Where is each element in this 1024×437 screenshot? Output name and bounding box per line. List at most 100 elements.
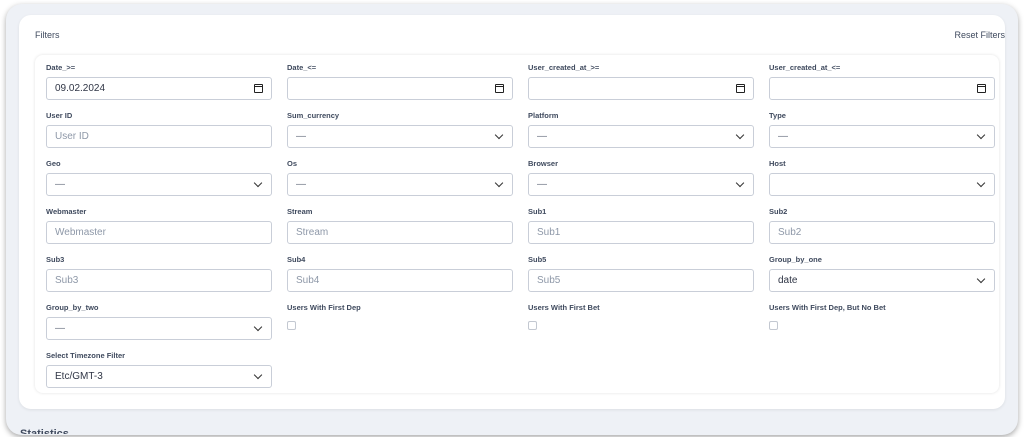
chevron-down-icon: [494, 130, 504, 140]
type-label: Type: [769, 111, 786, 120]
group-by-two-label: Group_by_two: [46, 303, 99, 312]
calendar-icon[interactable]: [736, 84, 745, 93]
os-field: Os —: [287, 158, 513, 196]
user-created-from-field: User_created_at_>=: [528, 62, 754, 100]
host-field: Host: [769, 158, 995, 196]
platform-select[interactable]: —: [528, 125, 754, 148]
chevron-down-icon: [253, 322, 263, 332]
date-to-field: Date_<=: [287, 62, 513, 100]
group-by-one-select[interactable]: date: [769, 269, 995, 292]
sub1-label: Sub1: [528, 207, 547, 216]
filters-panel: Date_>= 09.02.2024 Date_<= User_created_…: [35, 55, 999, 393]
filters-card: Filters Reset Filters Date_>= 09.02.2024…: [19, 15, 1005, 409]
chevron-down-icon: [494, 178, 504, 188]
webmaster-input[interactable]: Webmaster: [46, 221, 272, 244]
user-created-to-input[interactable]: [769, 77, 995, 100]
group-by-two-select[interactable]: —: [46, 317, 272, 340]
geo-label: Geo: [46, 159, 61, 168]
stream-field: Stream Stream: [287, 206, 513, 244]
sub3-label: Sub3: [46, 255, 65, 264]
chevron-down-icon: [253, 178, 263, 188]
user-id-label: User ID: [46, 111, 73, 120]
reset-filters-button[interactable]: Reset Filters: [954, 30, 1005, 40]
os-label: Os: [287, 159, 298, 168]
type-select[interactable]: —: [769, 125, 995, 148]
first-bet-label: Users With First Bet: [528, 303, 600, 312]
stream-label: Stream: [287, 207, 313, 216]
webmaster-label: Webmaster: [46, 207, 87, 216]
sum-currency-label: Sum_currency: [287, 111, 340, 120]
chevron-down-icon: [735, 130, 745, 140]
first-dep-no-bet-checkbox[interactable]: [769, 321, 778, 330]
browser-label: Browser: [528, 159, 559, 168]
timezone-field: Select Timezone Filter Etc/GMT-3: [46, 350, 272, 388]
type-field: Type —: [769, 110, 995, 148]
date-from-input[interactable]: 09.02.2024: [46, 77, 272, 100]
platform-field: Platform —: [528, 110, 754, 148]
os-select[interactable]: —: [287, 173, 513, 196]
geo-select[interactable]: —: [46, 173, 272, 196]
platform-label: Platform: [528, 111, 559, 120]
user-created-from-label: User_created_at_>=: [528, 63, 600, 72]
host-label: Host: [769, 159, 786, 168]
user-id-input[interactable]: User ID: [46, 125, 272, 148]
sum-currency-field: Sum_currency —: [287, 110, 513, 148]
sub4-label: Sub4: [287, 255, 306, 264]
first-bet-checkbox[interactable]: [528, 321, 537, 330]
first-bet-field: Users With First Bet: [528, 302, 754, 330]
sub5-label: Sub5: [528, 255, 547, 264]
host-select[interactable]: [769, 173, 995, 196]
sum-currency-select[interactable]: —: [287, 125, 513, 148]
chevron-down-icon: [976, 274, 986, 284]
sub1-field: Sub1 Sub1: [528, 206, 754, 244]
browser-select[interactable]: —: [528, 173, 754, 196]
type-value: —: [778, 131, 788, 142]
date-from-field: Date_>= 09.02.2024: [46, 62, 272, 100]
date-from-value: 09.02.2024: [55, 83, 106, 94]
os-value: —: [296, 179, 306, 190]
first-dep-no-bet-field: Users With First Dep, But No Bet: [769, 302, 995, 330]
group-by-one-value: date: [778, 275, 798, 286]
sub5-field: Sub5 Sub5: [528, 254, 754, 292]
sub1-placeholder: Sub1: [537, 227, 561, 238]
chevron-down-icon: [735, 178, 745, 188]
date-to-input[interactable]: [287, 77, 513, 100]
stream-placeholder: Stream: [296, 227, 329, 238]
statistics-title: Statistics: [20, 428, 69, 434]
first-dep-label: Users With First Dep: [287, 303, 361, 312]
geo-value: —: [55, 179, 65, 190]
chevron-down-icon: [976, 178, 986, 188]
sub4-input[interactable]: Sub4: [287, 269, 513, 292]
sub2-input[interactable]: Sub2: [769, 221, 995, 244]
browser-value: —: [537, 179, 547, 190]
sub4-placeholder: Sub4: [296, 275, 320, 286]
sub3-placeholder: Sub3: [55, 275, 79, 286]
date-to-label: Date_<=: [287, 63, 317, 72]
user-id-placeholder: User ID: [55, 131, 89, 142]
calendar-icon[interactable]: [254, 84, 263, 93]
calendar-icon[interactable]: [977, 84, 986, 93]
sub2-field: Sub2 Sub2: [769, 206, 995, 244]
user-id-field: User ID User ID: [46, 110, 272, 148]
group-by-two-value: —: [55, 323, 65, 334]
browser-field: Browser —: [528, 158, 754, 196]
first-dep-no-bet-label: Users With First Dep, But No Bet: [769, 303, 886, 312]
timezone-select[interactable]: Etc/GMT-3: [46, 365, 272, 388]
stream-input[interactable]: Stream: [287, 221, 513, 244]
group-by-two-field: Group_by_two —: [46, 302, 272, 340]
sub1-input[interactable]: Sub1: [528, 221, 754, 244]
sub2-label: Sub2: [769, 207, 788, 216]
timezone-value: Etc/GMT-3: [55, 371, 103, 382]
group-by-one-field: Group_by_one date: [769, 254, 995, 292]
group-by-one-label: Group_by_one: [769, 255, 822, 264]
user-created-to-label: User_created_at_<=: [769, 63, 841, 72]
user-created-from-input[interactable]: [528, 77, 754, 100]
sub3-input[interactable]: Sub3: [46, 269, 272, 292]
calendar-icon[interactable]: [495, 84, 504, 93]
sub5-input[interactable]: Sub5: [528, 269, 754, 292]
platform-value: —: [537, 131, 547, 142]
sub3-field: Sub3 Sub3: [46, 254, 272, 292]
page-container: Filters Reset Filters Date_>= 09.02.2024…: [6, 4, 1018, 435]
first-dep-checkbox[interactable]: [287, 321, 296, 330]
filters-title: Filters: [35, 30, 60, 40]
